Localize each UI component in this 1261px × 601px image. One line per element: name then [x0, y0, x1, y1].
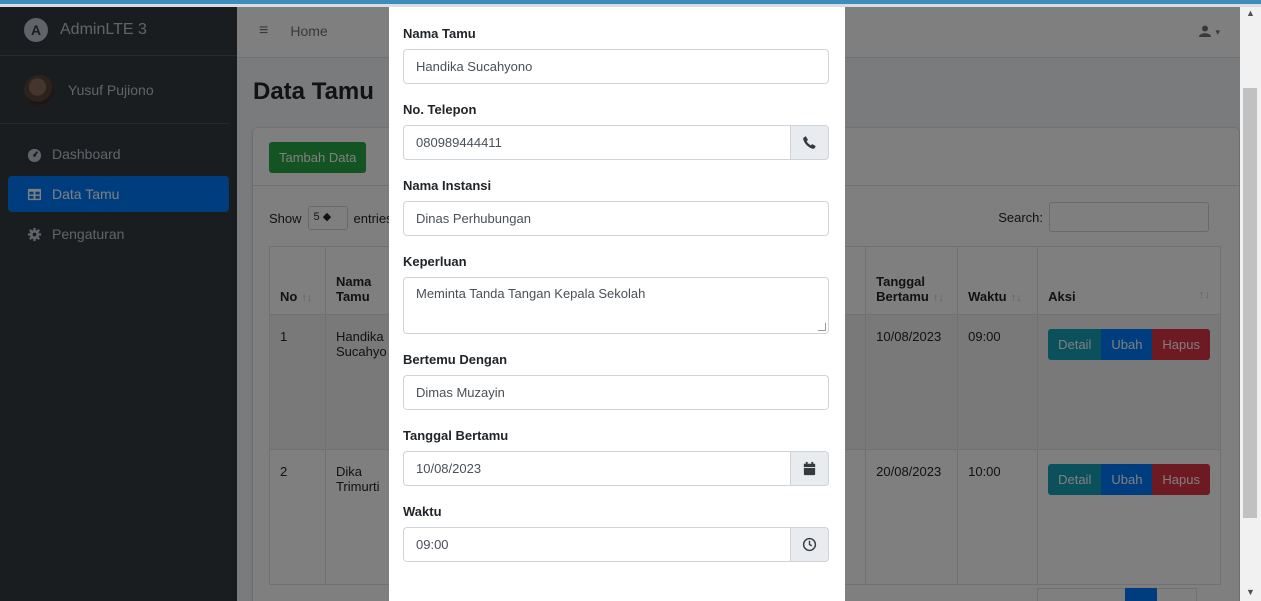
no-telepon-label: No. Telepon: [403, 102, 477, 117]
field-bertemu-dengan: Bertemu Dengan Dimas Muzayin: [403, 349, 830, 410]
field-nama-tamu: Nama Tamu Handika Sucahyono: [403, 4, 830, 84]
bertemu-dengan-value: Dimas Muzayin: [416, 385, 505, 400]
keperluan-value: Meminta Tanda Tangan Kepala Sekolah: [416, 286, 646, 301]
tanggal-bertamu-input[interactable]: 10/08/2023: [403, 451, 791, 486]
no-telepon-value: 080989444411: [416, 135, 502, 150]
clock-icon[interactable]: [791, 527, 829, 562]
tanggal-bertamu-group: 10/08/2023: [403, 451, 829, 486]
nama-tamu-label: Nama Tamu: [403, 26, 476, 41]
nama-instansi-label: Nama Instansi: [403, 178, 492, 193]
phone-icon: [791, 125, 829, 160]
bertemu-dengan-input[interactable]: Dimas Muzayin: [403, 375, 829, 410]
waktu-label: Waktu: [403, 504, 442, 519]
scroll-down-arrow-icon[interactable]: ▼: [1246, 587, 1255, 597]
nama-instansi-value: Dinas Perhubungan: [416, 211, 531, 226]
field-waktu: Waktu 09:00: [403, 501, 830, 562]
waktu-input[interactable]: 09:00: [403, 527, 791, 562]
tanggal-bertamu-label: Tanggal Bertamu: [403, 428, 509, 443]
tanggal-bertamu-value: 10/08/2023: [416, 461, 482, 476]
keperluan-wrap: Meminta Tanda Tangan Kepala Sekolah: [403, 277, 829, 334]
top-bar-shadow: [0, 4, 1261, 7]
field-no-telepon: No. Telepon 080989444411: [403, 99, 830, 160]
calendar-icon[interactable]: [791, 451, 829, 486]
nama-instansi-input[interactable]: Dinas Perhubungan: [403, 201, 829, 236]
field-nama-instansi: Nama Instansi Dinas Perhubungan: [403, 175, 830, 236]
resize-handle-icon[interactable]: [818, 323, 826, 331]
guest-detail-modal: Nama Tamu Handika Sucahyono No. Telepon …: [389, 4, 845, 601]
no-telepon-input[interactable]: 080989444411: [403, 125, 791, 160]
field-tanggal-bertamu: Tanggal Bertamu 10/08/2023: [403, 425, 830, 486]
nama-tamu-input[interactable]: Handika Sucahyono: [403, 49, 829, 84]
page-scrollbar[interactable]: ▲ ▼: [1240, 4, 1261, 601]
keperluan-textarea[interactable]: Meminta Tanda Tangan Kepala Sekolah: [403, 277, 829, 334]
bertemu-dengan-label: Bertemu Dengan: [403, 352, 508, 367]
waktu-value: 09:00: [416, 537, 449, 552]
keperluan-label: Keperluan: [403, 254, 467, 269]
scrollbar-thumb[interactable]: [1243, 88, 1257, 518]
nama-tamu-value: Handika Sucahyono: [416, 59, 533, 74]
field-keperluan: Keperluan Meminta Tanda Tangan Kepala Se…: [403, 251, 830, 334]
no-telepon-group: 080989444411: [403, 125, 829, 160]
scroll-up-arrow-icon[interactable]: ▲: [1246, 8, 1255, 18]
waktu-group: 09:00: [403, 527, 829, 562]
